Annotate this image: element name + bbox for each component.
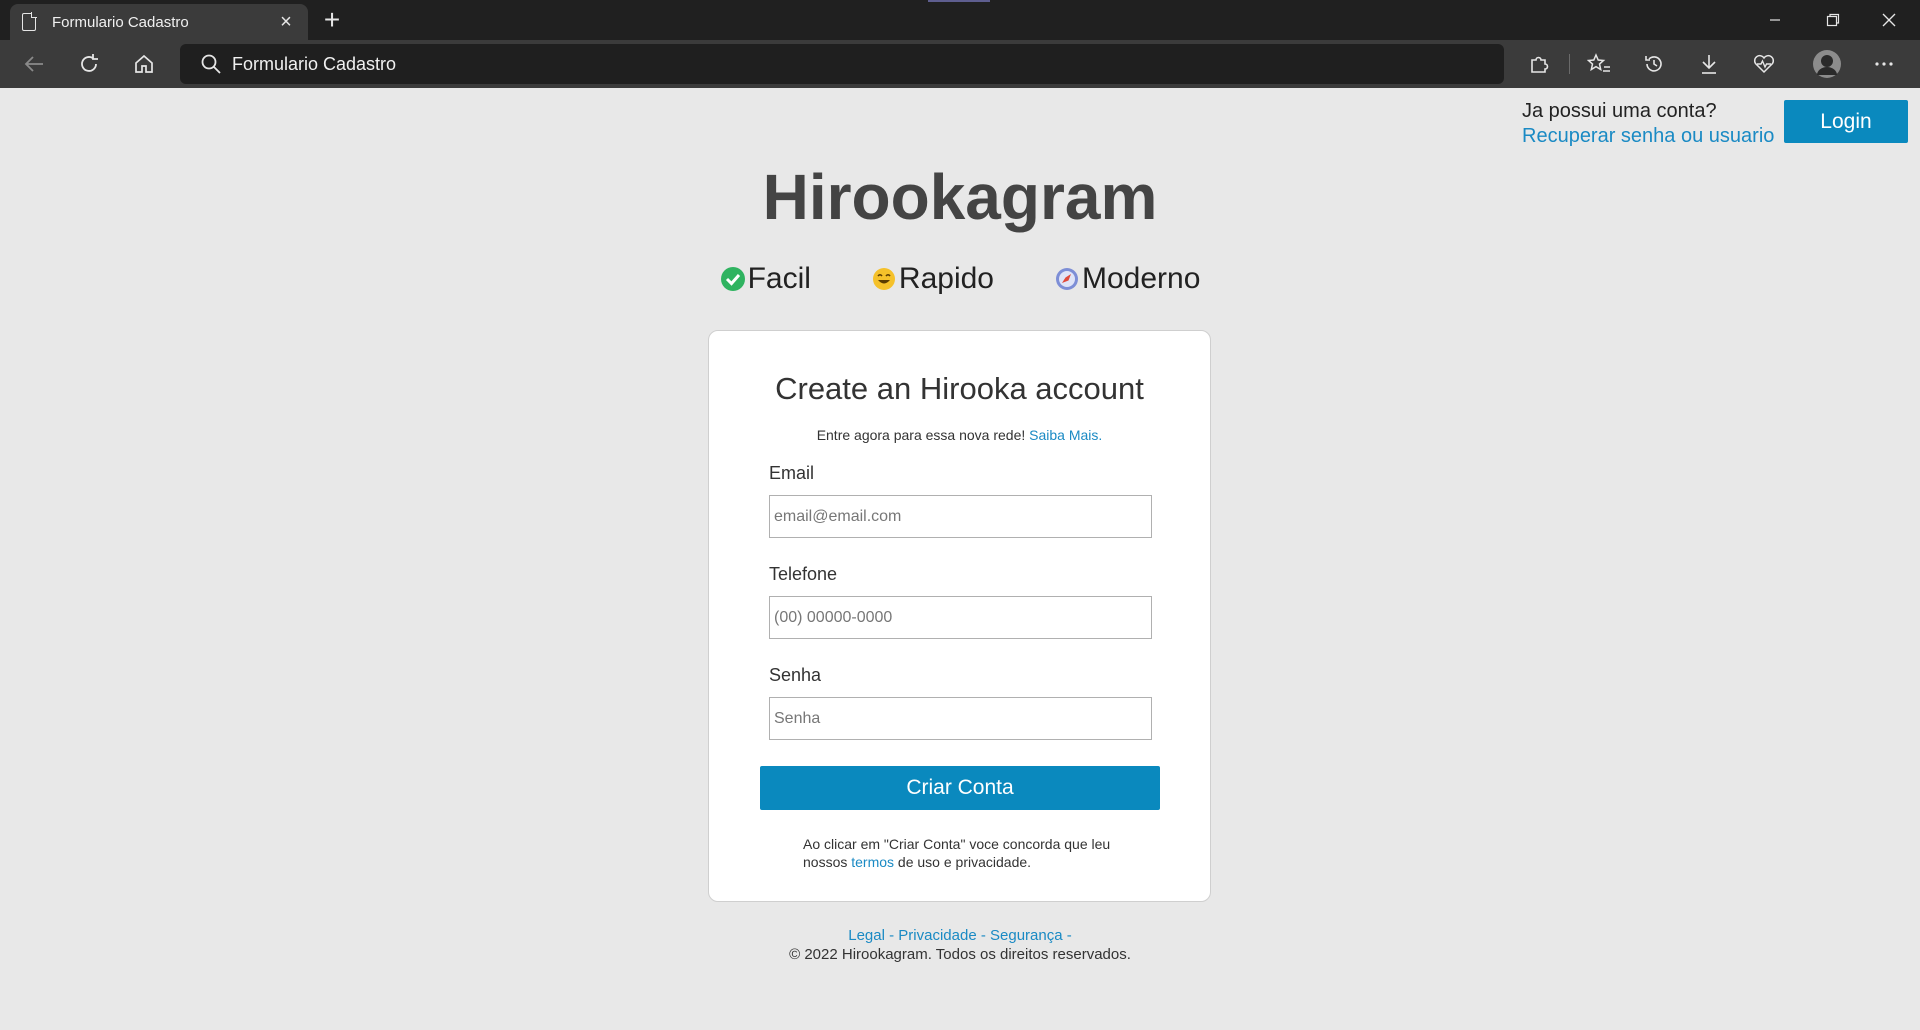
email-field[interactable] bbox=[769, 495, 1152, 538]
address-text: Formulario Cadastro bbox=[232, 53, 397, 74]
extensions-button[interactable] bbox=[1522, 48, 1556, 80]
address-bar[interactable]: Formulario Cadastro bbox=[180, 44, 1504, 84]
footer-link-privacidade[interactable]: Privacidade bbox=[898, 927, 976, 944]
home-button[interactable] bbox=[127, 48, 161, 80]
document-icon bbox=[22, 12, 37, 31]
favorites-button[interactable] bbox=[1582, 48, 1616, 80]
footer-links: Legal - Privacidade - Segurança - bbox=[848, 927, 1072, 944]
form-title: Create an Hirooka account bbox=[775, 371, 1144, 406]
back-arrow-icon bbox=[24, 56, 43, 72]
restore-button[interactable] bbox=[1806, 0, 1860, 40]
feature-label: Moderno bbox=[1082, 262, 1201, 295]
account-question: Ja possui uma conta? bbox=[1522, 100, 1717, 122]
search-icon bbox=[201, 54, 221, 74]
subtitle-text: Entre agora para essa nova rede! bbox=[816, 427, 1030, 443]
login-button[interactable]: Login bbox=[1784, 100, 1908, 143]
page-footer: Legal - Privacidade - Segurança - © 2022… bbox=[0, 926, 1920, 964]
close-tab-icon[interactable]: × bbox=[276, 11, 296, 34]
browser-tab-bar: Formulario Cadastro × + bbox=[0, 0, 1920, 40]
tab-title: Formulario Cadastro bbox=[52, 13, 189, 31]
brand-title: Hirookagram bbox=[762, 161, 1158, 233]
phone-field[interactable] bbox=[769, 596, 1152, 639]
saiba-mais-link[interactable]: Saiba Mais. bbox=[1029, 427, 1102, 443]
create-account-button[interactable]: Criar Conta bbox=[760, 766, 1160, 810]
profile-button[interactable] bbox=[1809, 46, 1845, 82]
restore-icon bbox=[1826, 13, 1840, 27]
account-prompt: Ja possui uma conta? Recuperar senha ou … bbox=[1522, 100, 1774, 148]
recover-link[interactable]: Recuperar senha ou usuario bbox=[1522, 125, 1774, 148]
refresh-icon bbox=[81, 54, 98, 72]
toolbar-divider bbox=[1569, 54, 1570, 74]
browser-toolbar: Formulario Cadastro bbox=[0, 40, 1920, 88]
window-drag-indicator bbox=[928, 0, 990, 2]
feature-list: Facil Rapido Moderno bbox=[0, 262, 1920, 296]
settings-menu-button[interactable] bbox=[1867, 48, 1901, 80]
compass-icon bbox=[1056, 268, 1078, 290]
feature-label: Facil bbox=[747, 262, 811, 295]
close-icon bbox=[1882, 13, 1896, 27]
heart-pulse-icon bbox=[1753, 54, 1775, 74]
browser-tab[interactable]: Formulario Cadastro × bbox=[10, 4, 308, 40]
password-field[interactable] bbox=[769, 697, 1152, 740]
terms-text: Ao clicar em "Criar Conta" voce concorda… bbox=[803, 835, 1123, 871]
history-button[interactable] bbox=[1637, 48, 1671, 80]
home-icon bbox=[135, 54, 153, 73]
back-button[interactable] bbox=[17, 48, 51, 80]
feature-moderno: Moderno bbox=[1054, 262, 1200, 296]
new-tab-button[interactable]: + bbox=[318, 6, 346, 34]
feature-rapido: Rapido bbox=[871, 262, 994, 296]
download-icon bbox=[1702, 55, 1716, 74]
avatar bbox=[1813, 50, 1841, 78]
close-window-button[interactable] bbox=[1862, 0, 1916, 40]
check-circle-icon bbox=[720, 267, 745, 291]
minimize-button[interactable] bbox=[1748, 0, 1802, 40]
smiley-icon bbox=[872, 268, 895, 290]
phone-label: Telefone bbox=[769, 564, 838, 584]
password-label: Senha bbox=[769, 665, 822, 685]
footer-link-seguranca[interactable]: Segurança bbox=[990, 927, 1063, 944]
star-list-icon bbox=[1587, 53, 1610, 72]
feature-label: Rapido bbox=[898, 262, 994, 295]
history-icon bbox=[1645, 56, 1662, 72]
signup-card: Create an Hirooka account Entre agora pa… bbox=[708, 330, 1211, 902]
puzzle-icon bbox=[1531, 56, 1549, 73]
performance-button[interactable] bbox=[1747, 48, 1781, 80]
terms-after: de uso e privacidade. bbox=[894, 854, 1032, 870]
feature-facil: Facil bbox=[720, 262, 811, 296]
form-subtitle: Entre agora para essa nova rede! Saiba M… bbox=[709, 427, 1210, 443]
footer-link-legal[interactable]: Legal bbox=[848, 927, 885, 944]
email-label: Email bbox=[769, 463, 815, 483]
terms-link[interactable]: termos bbox=[851, 854, 894, 870]
downloads-button[interactable] bbox=[1692, 48, 1726, 80]
minimize-icon bbox=[1770, 19, 1780, 21]
more-icon bbox=[1875, 62, 1893, 66]
refresh-button[interactable] bbox=[72, 48, 106, 80]
copyright: © 2022 Hirookagram. Todos os direitos re… bbox=[789, 946, 1131, 963]
